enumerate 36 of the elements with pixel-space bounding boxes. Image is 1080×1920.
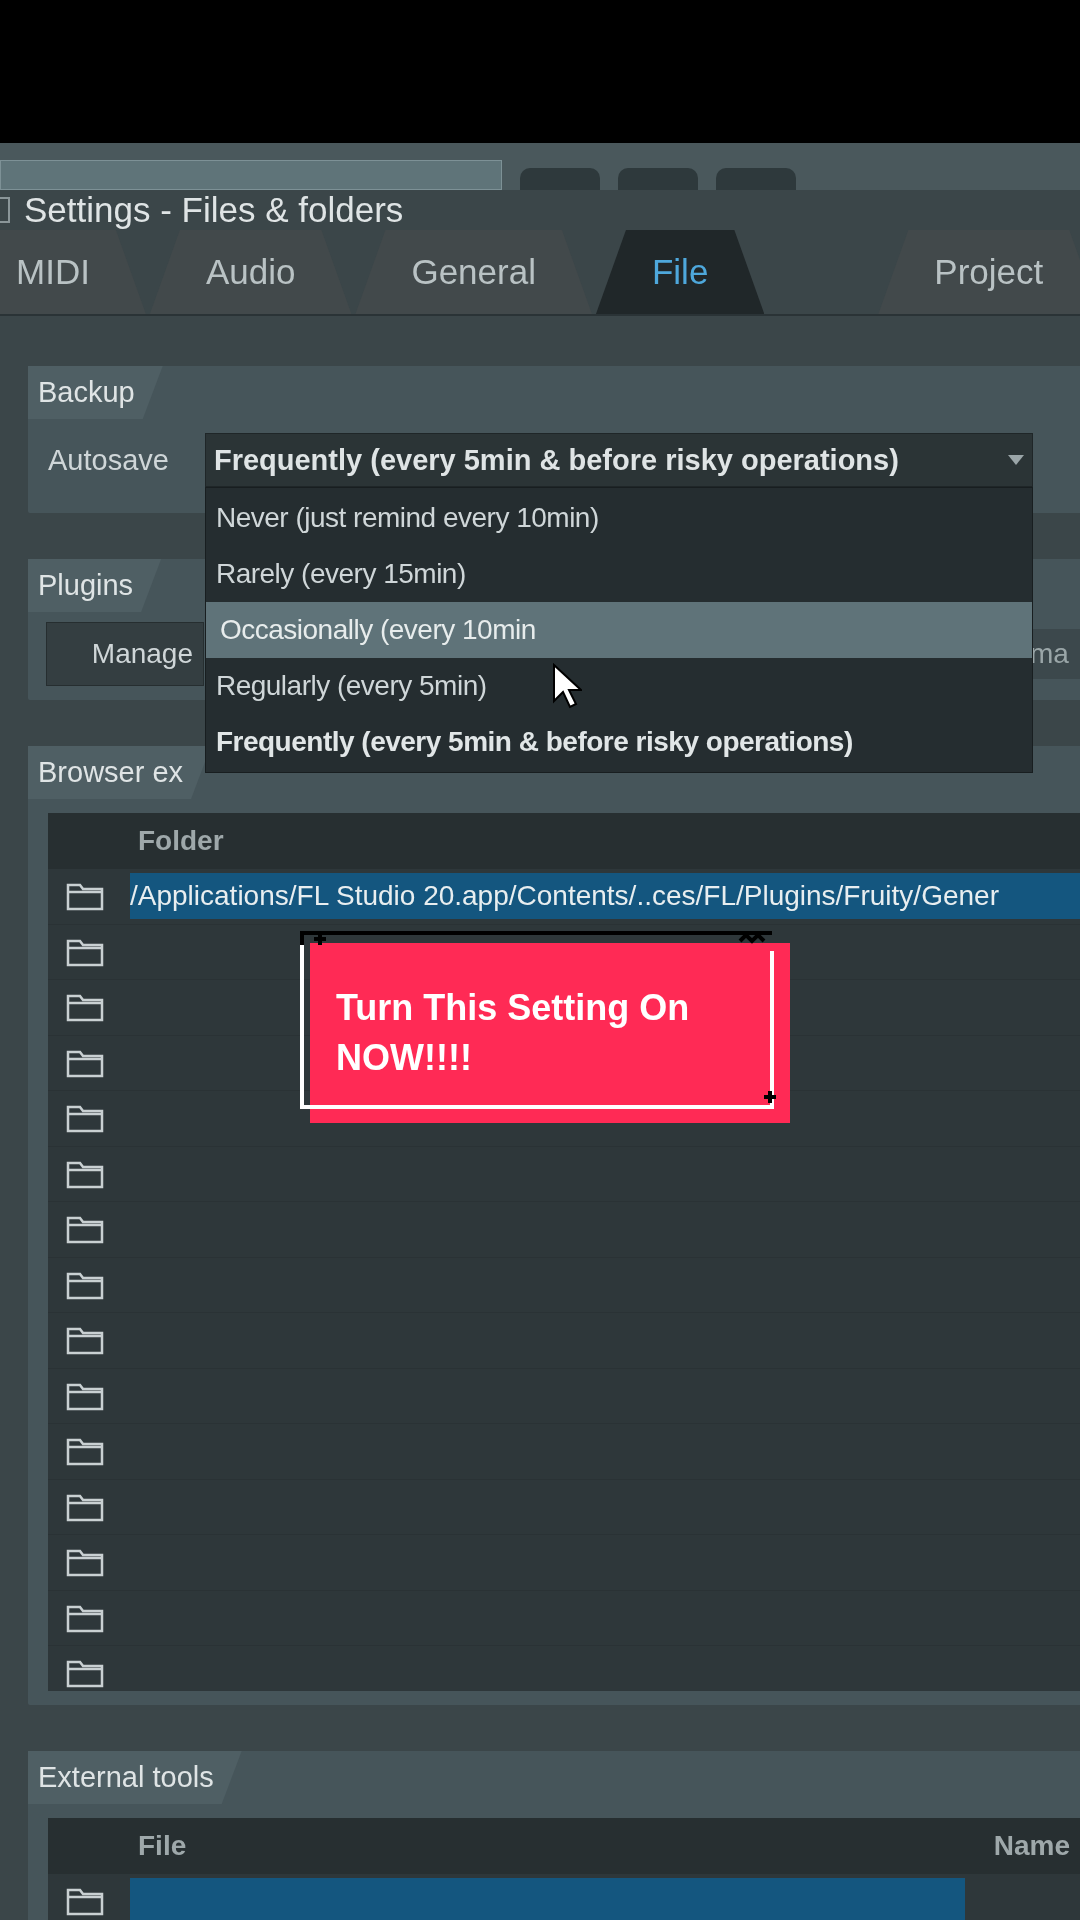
folder-icon: [66, 992, 104, 1023]
caret-icon: [1007, 455, 1024, 465]
field-label: Autosave: [48, 443, 169, 477]
dropdown-option[interactable]: Occasionally (every 10min: [205, 602, 1032, 658]
table-row[interactable]: /Applications/FL Studio 20.app/Contents/..ces/FL/Plugins/Fruity/Gener: [48, 869, 1080, 925]
column-header: File: [138, 1830, 187, 1862]
folder-icon: [66, 1436, 104, 1467]
dropdown-option[interactable]: Rarely (every 15min): [205, 546, 1032, 602]
manage-button[interactable]: Manage: [46, 622, 204, 686]
cursor-icon: [552, 663, 582, 709]
tab[interactable]: General: [355, 230, 592, 314]
folder-icon: [66, 1658, 104, 1689]
dropdown-option[interactable]: Regularly (every 5min): [205, 658, 1032, 714]
folder-icon: [66, 1886, 104, 1917]
section-heading: External tools: [28, 1751, 242, 1804]
dropdown-option[interactable]: Never (just remind every 10min): [205, 490, 1032, 546]
folder-icon: [66, 1547, 104, 1578]
window-title: Settings - Files & folders: [24, 190, 404, 230]
column-header: Name: [993, 1830, 1070, 1862]
toolbar-button[interactable]: [618, 168, 698, 190]
column-header: Folder: [138, 825, 224, 857]
section-heading: Backup: [28, 366, 163, 419]
folder-icon: [66, 881, 104, 912]
tab[interactable]: Project: [878, 230, 1080, 314]
table-cell: /Applications/FL Studio 20.app/Contents/..ces/FL/Plugins/Fruity/Gener: [130, 873, 1080, 920]
tab[interactable]: File: [595, 230, 765, 314]
section-heading: Plugins: [28, 559, 162, 612]
folder-icon: [66, 1214, 104, 1245]
toolbar-button[interactable]: [716, 168, 796, 190]
caption-toast: Turn This Setting On NOW!!!!: [310, 943, 790, 1123]
tab[interactable]: Audio: [149, 230, 352, 314]
tab[interactable]: MIDI: [0, 230, 146, 314]
folder-icon: [66, 1103, 104, 1134]
folder-icon: [66, 1325, 104, 1356]
window-icon: [0, 197, 10, 223]
toolbar-button[interactable]: [520, 168, 600, 190]
